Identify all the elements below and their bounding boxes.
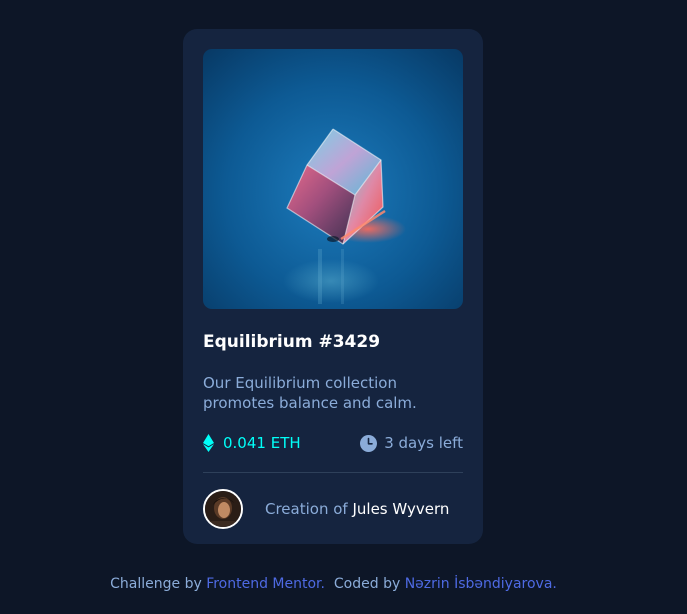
creator-name-link[interactable]: Jules Wyvern [352,500,449,518]
creator-avatar [203,489,243,529]
challenge-prefix: Challenge by [110,576,202,592]
ethereum-icon [203,434,214,452]
coded-prefix: Coded by [333,576,401,592]
equilibrium-cube-image [203,49,463,309]
creator-prefix: Creation of [265,500,348,518]
creator-credit: Creation of Jules Wyvern [265,498,449,520]
attribution: Challenge by Frontend Mentor. Coded by N… [0,574,667,594]
nft-price: 0.041 ETH [203,432,301,454]
nft-title[interactable]: Equilibrium #3429 [203,330,380,354]
time-left-value: 3 days left [384,434,463,452]
nft-image[interactable] [203,49,463,309]
nft-description: Our Equilibrium collection promotes bala… [203,374,417,412]
price-value: 0.041 ETH [223,434,301,452]
divider [203,472,463,473]
author-link[interactable]: Nəzrin İsbəndiyarova. [405,576,557,592]
avatar-image [205,491,241,527]
frontend-mentor-link[interactable]: Frontend Mentor. [206,576,325,592]
nft-time-left: 3 days left [360,432,463,454]
nft-card: Equilibrium #3429 Our Equilibrium collec… [183,29,483,544]
clock-icon [360,434,378,452]
